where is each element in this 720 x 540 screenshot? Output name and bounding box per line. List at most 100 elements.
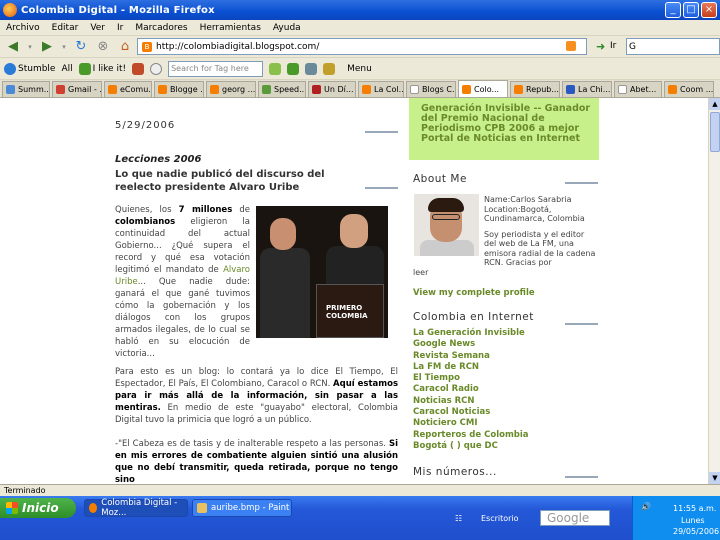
go-arrow-icon[interactable]: ➜: [596, 40, 605, 53]
deskbar-arrow-icon[interactable]: ▾: [605, 512, 609, 521]
scroll-down-icon[interactable]: ▼: [709, 472, 720, 484]
colombia-internet-heading: Colombia en Internet: [413, 311, 534, 323]
menu-ir[interactable]: Ir: [117, 23, 123, 33]
tab[interactable]: La Col...: [358, 81, 404, 97]
start-button[interactable]: Inicio: [0, 498, 76, 518]
all-dropdown[interactable]: All: [61, 64, 72, 74]
divider: [565, 476, 598, 478]
menu-button[interactable]: Menu: [347, 64, 372, 74]
menu-ayuda[interactable]: Ayuda: [273, 23, 301, 33]
tab-favicon-icon: [566, 85, 575, 94]
my-numbers-heading: Mis números...: [413, 466, 497, 478]
taskbar: Inicio Colombia Digital - Moz... auribe.…: [0, 496, 720, 540]
post-date: 5/29/2006: [115, 120, 176, 131]
reload-icon[interactable]: ↻: [72, 38, 90, 56]
back-arrow-icon[interactable]: ◀: [4, 38, 22, 56]
window-title: Colombia Digital - Mozilla Firefox: [21, 4, 215, 16]
list-item[interactable]: Revista Semana: [413, 351, 529, 362]
volume-icon[interactable]: 🔊: [641, 502, 651, 511]
firefox-icon: [89, 503, 98, 513]
send-icon[interactable]: [305, 62, 318, 75]
podium-sign: PRIMERO COLOMBIA: [326, 304, 368, 320]
desktop-icon[interactable]: ☷: [455, 514, 462, 523]
gmail-icon: [56, 85, 65, 94]
tab-favicon-icon: [618, 85, 627, 94]
list-item[interactable]: Google News: [413, 339, 529, 350]
tab[interactable]: La Chi...: [562, 81, 612, 97]
blogger-icon: [462, 84, 471, 94]
list-item[interactable]: Caracol Radio: [413, 384, 529, 395]
uribe-photo: PRIMERO COLOMBIA: [256, 206, 388, 338]
menu-ver[interactable]: Ver: [90, 23, 105, 33]
tab[interactable]: Abet...: [614, 81, 662, 97]
list-item[interactable]: El Tiempo: [413, 373, 529, 384]
stop-icon[interactable]: ⊗: [94, 38, 112, 56]
colombia-links-list: La Generación Invisible Google News Revi…: [413, 328, 529, 452]
about-me-heading: About Me: [413, 173, 467, 185]
i-like-it-button[interactable]: I like it!: [78, 62, 126, 75]
list-item[interactable]: Noticias RCN: [413, 396, 529, 407]
tab[interactable]: Un Dí...: [308, 81, 356, 97]
close-button[interactable]: ×: [701, 2, 717, 18]
menu-editar[interactable]: Editar: [52, 23, 79, 33]
menu-archivo[interactable]: Archivo: [6, 23, 40, 33]
share-icon[interactable]: [287, 62, 300, 75]
dropdown-arrow-icon[interactable]: ▾: [26, 38, 34, 56]
maximize-button[interactable]: □: [683, 2, 699, 18]
windows-logo-icon: [6, 502, 18, 514]
menu-herramientas[interactable]: Herramientas: [200, 23, 261, 33]
vertical-scrollbar[interactable]: ▲ ▼: [708, 98, 720, 484]
thumbs-down-icon[interactable]: [132, 62, 145, 75]
scroll-up-icon[interactable]: ▲: [709, 98, 720, 110]
award-banner[interactable]: Generación Invisible -- Ganador del Prem…: [409, 98, 599, 160]
tab[interactable]: Gmail - ...: [52, 81, 102, 97]
forward-arrow-icon[interactable]: ▶: [38, 38, 56, 56]
menu-marcadores[interactable]: Marcadores: [135, 23, 187, 33]
blogger-icon: [158, 85, 167, 94]
go-label[interactable]: Ir: [610, 41, 616, 51]
taskbar-item-firefox[interactable]: Colombia Digital - Moz...: [84, 498, 188, 518]
tab-favicon-icon: [312, 85, 321, 94]
list-item[interactable]: Caracol Noticias: [413, 407, 529, 418]
tag-search-input[interactable]: Search for Tag here: [168, 60, 264, 77]
post-title[interactable]: Lo que nadie publicó del discurso del re…: [115, 168, 370, 194]
tab[interactable]: Blogs C...: [406, 81, 456, 97]
tab-favicon-icon: [362, 85, 371, 94]
home-icon[interactable]: ⌂: [116, 38, 134, 56]
tab[interactable]: eComu...: [104, 81, 152, 97]
stumble-toolbar: Stumble All I like it! Search for Tag he…: [0, 58, 720, 80]
google-deskbar-input[interactable]: Google: [540, 510, 610, 526]
rss-feed-icon[interactable]: [566, 41, 576, 51]
tab[interactable]: Repub...: [510, 81, 560, 97]
divider: [365, 131, 398, 133]
tab[interactable]: Blogge ...: [154, 81, 204, 97]
tab-active[interactable]: Colo...: [458, 80, 508, 97]
minimize-button[interactable]: _: [665, 2, 681, 18]
taskbar-item-paint[interactable]: auribe.bmp - Paint: [192, 499, 292, 517]
tab[interactable]: Speed...: [258, 81, 306, 97]
escritorio-toolbar-label[interactable]: Escritorio: [481, 514, 519, 523]
url-text: http://colombiadigital.blogspot.com/: [156, 41, 320, 52]
window-titlebar[interactable]: Colombia Digital - Mozilla Firefox _ □ ×: [0, 0, 720, 20]
stumble-button[interactable]: Stumble: [4, 62, 55, 75]
tab[interactable]: Coom ...: [664, 81, 714, 97]
tab[interactable]: Summ..: [2, 81, 50, 97]
list-item[interactable]: Reporteros de Colombia: [413, 430, 529, 441]
post-paragraph-2: Para esto es un blog: lo contará ya lo d…: [115, 367, 399, 484]
list-item[interactable]: Noticiero CMI: [413, 418, 529, 429]
dropdown-arrow-icon[interactable]: ▾: [60, 38, 68, 56]
view-profile-link[interactable]: View my complete profile: [413, 288, 535, 298]
google-search-input[interactable]: G: [626, 38, 720, 55]
clock-time[interactable]: 11:55 a.m.: [673, 504, 716, 513]
search-icon[interactable]: [150, 62, 163, 75]
list-item[interactable]: La Generación Invisible: [413, 328, 529, 339]
list-item[interactable]: La FM de RCN: [413, 362, 529, 373]
thumbs-up-icon: [78, 62, 91, 75]
list-item[interactable]: Bogotá ( ) que DC: [413, 441, 529, 452]
scrollbar-thumb[interactable]: [710, 112, 720, 152]
edit-icon[interactable]: [269, 62, 282, 75]
url-bar[interactable]: B http://colombiadigital.blogspot.com/: [137, 38, 587, 55]
menu-bar: Archivo Editar Ver Ir Marcadores Herrami…: [0, 20, 720, 36]
reviews-icon[interactable]: [323, 62, 336, 75]
tab[interactable]: georg ...: [206, 81, 256, 97]
